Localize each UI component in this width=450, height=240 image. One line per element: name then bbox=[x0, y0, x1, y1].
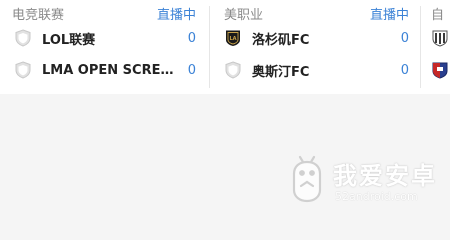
team-row[interactable]: 奥斯汀FC 0 bbox=[224, 58, 409, 82]
team-row[interactable] bbox=[431, 26, 450, 50]
match-card[interactable]: 电竞联赛 直播中 LOL联赛 0 LMA OPEN SCREAM 0 bbox=[0, 0, 210, 94]
shield-icon bbox=[14, 61, 32, 79]
team-name: 洛杉矶FC bbox=[252, 32, 310, 48]
league-name: 自 bbox=[431, 7, 445, 23]
match-card[interactable]: 美职业 直播中 LA 洛杉矶FC 0 奥斯汀FC 0 bbox=[210, 0, 421, 94]
shield-icon bbox=[224, 61, 242, 79]
live-status-label[interactable]: 直播中 bbox=[157, 4, 196, 23]
striped-crest-icon bbox=[431, 29, 449, 47]
svg-text:LA: LA bbox=[229, 36, 236, 42]
live-status-label[interactable]: 直播中 bbox=[370, 4, 409, 23]
team-row[interactable]: LOL联赛 0 bbox=[14, 26, 196, 50]
watermark: 我爱安卓 52android.com bbox=[287, 150, 447, 210]
team-name: LOL联赛 bbox=[42, 32, 96, 48]
watermark-url: 52android.com bbox=[335, 190, 418, 203]
shield-icon bbox=[14, 29, 32, 47]
team-score: 0 bbox=[400, 30, 409, 46]
team-score: 0 bbox=[187, 30, 196, 46]
live-match-strip: 电竞联赛 直播中 LOL联赛 0 LMA OPEN SCREAM 0 美职业 直… bbox=[0, 0, 450, 94]
team-row[interactable]: LA 洛杉矶FC 0 bbox=[224, 26, 409, 50]
match-card[interactable]: 自 bbox=[421, 0, 450, 94]
team-row[interactable] bbox=[431, 58, 450, 82]
android-robot-icon bbox=[287, 152, 327, 204]
watermark-title: 我爱安卓 bbox=[333, 162, 437, 190]
match-card-header: 电竞联赛 直播中 bbox=[12, 3, 196, 23]
team-row[interactable]: LMA OPEN SCREAM 0 bbox=[14, 58, 196, 82]
red-blue-crest-icon bbox=[431, 61, 449, 79]
team-name: 奥斯汀FC bbox=[252, 64, 310, 80]
league-name: 电竞联赛 bbox=[12, 7, 65, 23]
match-card-header: 自 bbox=[431, 3, 450, 23]
team-score: 0 bbox=[187, 62, 196, 78]
match-card-header: 美职业 直播中 bbox=[224, 3, 409, 23]
lafc-crest-icon: LA bbox=[224, 29, 242, 47]
league-name: 美职业 bbox=[224, 7, 264, 23]
team-name: LMA OPEN SCREAM bbox=[42, 62, 180, 78]
team-score: 0 bbox=[400, 62, 409, 78]
